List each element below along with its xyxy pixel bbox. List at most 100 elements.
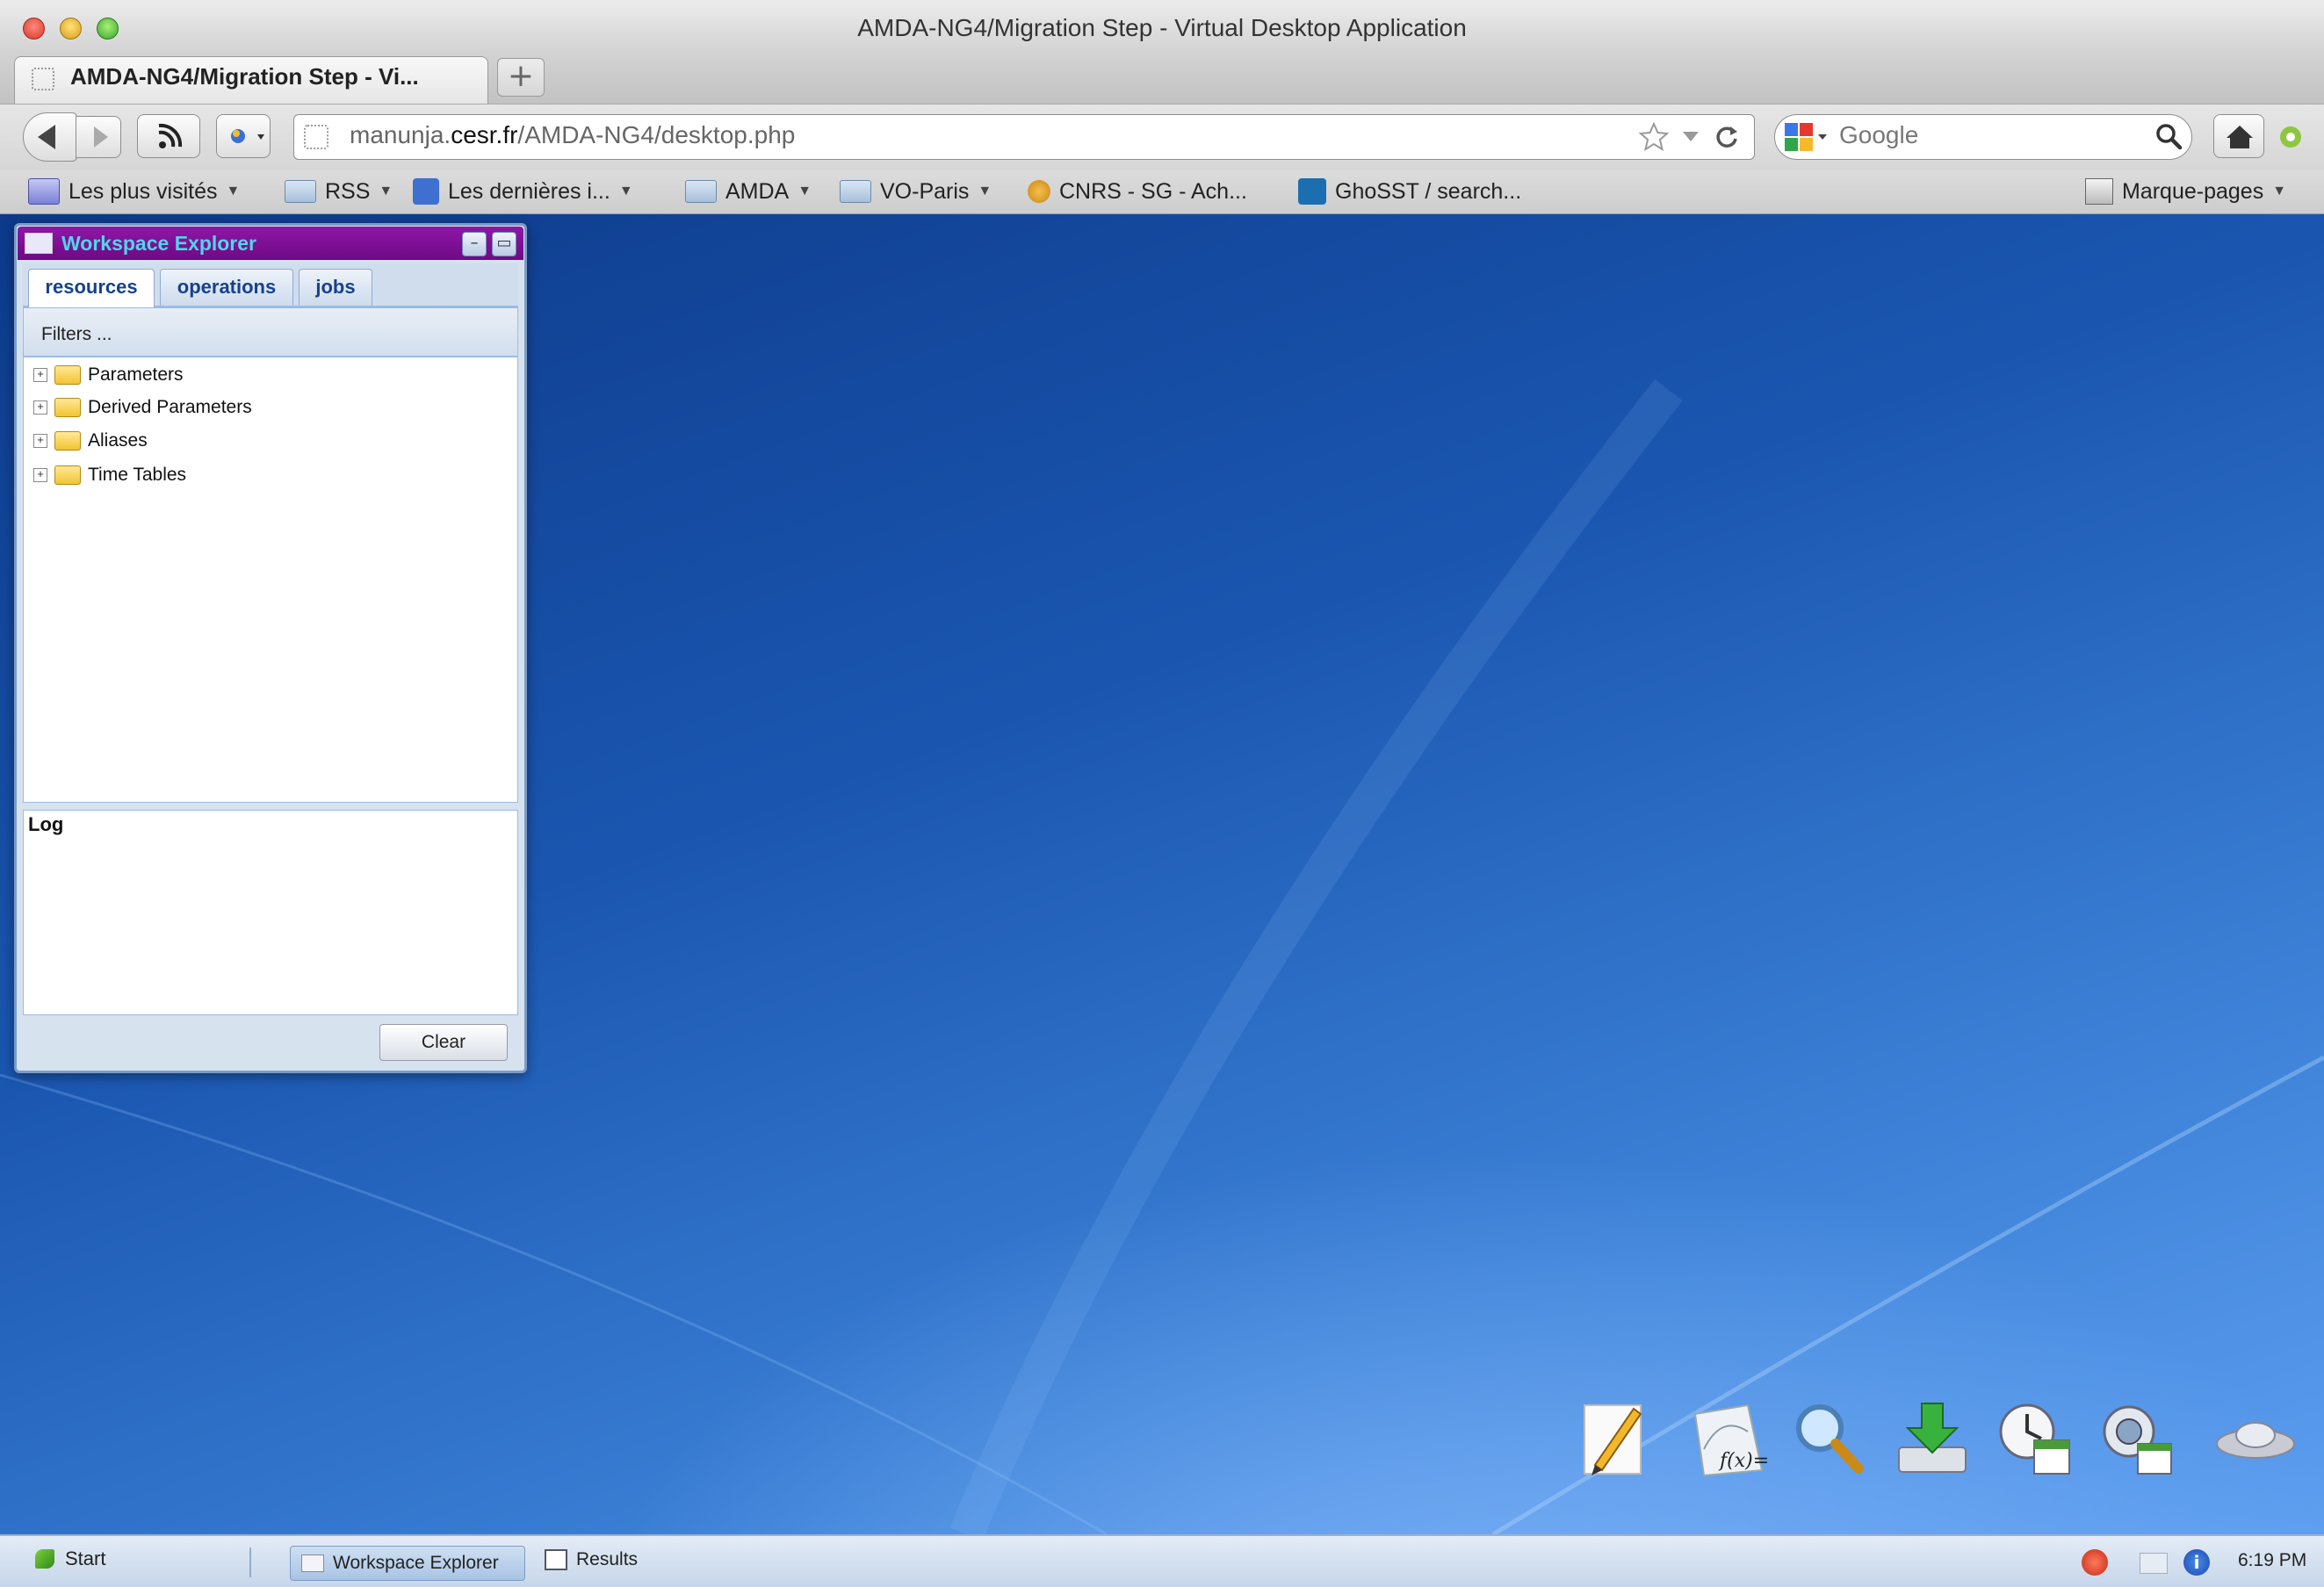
expand-icon[interactable]: + [33,434,47,448]
bookmark-rss[interactable]: RSS ▼ [285,174,393,209]
forward-arrow-icon [94,126,108,148]
addon-icon[interactable] [2275,121,2306,153]
tree-node-label: Derived Parameters [88,397,252,417]
home-button[interactable] [2213,114,2264,158]
timetable-icon[interactable] [1992,1396,2076,1481]
folder-icon [840,180,871,203]
info-icon[interactable]: i [2183,1549,2210,1576]
settings-icon[interactable] [2094,1396,2178,1481]
tree-node-label: Time Tables [88,465,187,485]
workspace-explorer-title: Workspace Explorer [61,232,257,255]
status-alert-icon[interactable] [2082,1549,2108,1576]
interop-icon[interactable] [2213,1396,2298,1481]
bookmark-label: GhoSST / search... [1335,178,1522,204]
bookmark-vo-paris[interactable]: VO-Paris ▼ [840,174,992,209]
expand-icon[interactable]: + [33,368,47,382]
filters-bar[interactable]: Filters ... [23,307,518,357]
url-dropdown-icon[interactable] [1683,132,1699,141]
taskbar-item-label: Workspace Explorer [333,1553,499,1573]
home-icon [2227,126,2253,148]
start-icon [35,1549,54,1569]
minimize-panel-button[interactable]: – [462,232,487,256]
log-panel [23,810,518,1015]
chevron-down-icon: ▼ [618,184,633,198]
bookmark-label: AMDA [725,178,790,204]
function-icon[interactable]: f(x)= [1686,1396,1771,1481]
tab-favicon-icon [32,68,54,90]
bookmark-amda[interactable]: AMDA ▼ [685,174,812,209]
chevron-down-icon: ▼ [379,184,393,198]
chevron-down-icon: ▼ [2272,184,2287,198]
rss-button[interactable] [137,114,200,158]
search-icon[interactable] [1786,1396,1871,1481]
rss-icon [158,123,183,148]
tree-node-parameters[interactable]: + Parameters [33,360,184,390]
tree-node-label: Parameters [88,364,184,385]
tab-resources[interactable]: resources [28,269,155,307]
svg-text:f(x)=: f(x)= [1718,1450,1769,1472]
mail-icon[interactable] [2140,1553,2168,1574]
folder-icon [685,180,717,203]
ghosst-icon [1298,178,1326,205]
results-icon [545,1549,567,1570]
reload-icon[interactable] [1713,123,1741,151]
maximize-panel-button[interactable]: ▭ [492,232,516,256]
taskbar-item-workspace-explorer[interactable]: Workspace Explorer [290,1546,525,1581]
history-menu-button[interactable] [216,114,271,158]
folder-icon [54,431,81,451]
window-icon [301,1555,324,1572]
taskbar-item-label: Results [576,1549,639,1569]
log-title: Log [28,813,64,835]
folder-icon [285,180,316,203]
folder-icon [54,398,81,417]
bookmark-latest-news[interactable]: Les dernières i... ▼ [413,174,633,209]
window-icon [25,233,53,254]
tab-title: AMDA-NG4/Migration Step - Vi... [70,63,419,90]
bookmark-label: CNRS - SG - Ach... [1059,178,1247,204]
search-bar[interactable] [1774,114,2192,160]
notes-icon[interactable] [1572,1396,1656,1481]
folder-icon [54,465,81,485]
bookmarks-menu-icon [2085,178,2113,205]
clear-log-button[interactable]: Clear [379,1024,508,1061]
download-icon[interactable] [1890,1396,1974,1481]
site-identity-icon [304,125,328,149]
search-icon[interactable] [2154,121,2183,151]
url-text[interactable]: manunja.cesr.fr/AMDA-NG4/desktop.php [350,121,795,149]
bookmark-label: Marque-pages [2122,178,2264,204]
expand-icon[interactable]: + [33,468,47,482]
forward-button[interactable] [76,116,121,158]
start-label: Start [65,1547,106,1569]
bookmark-label: RSS [325,178,371,204]
tab-operations[interactable]: operations [160,269,293,306]
bookmarks-menu[interactable]: Marque-pages ▼ [2085,174,2286,209]
back-button[interactable] [23,112,77,162]
taskbar-item-results[interactable]: Results [545,1549,638,1570]
chevron-down-icon: ▼ [226,184,241,198]
chevron-down-icon: ▼ [798,184,812,198]
bookmark-cnrs[interactable]: CNRS - SG - Ach... [1028,174,1247,209]
new-tab-button[interactable]: + [497,58,545,97]
bookmark-most-visited[interactable]: Les plus visités ▼ [28,174,240,209]
folder-icon [54,365,81,385]
tree-node-derived-parameters[interactable]: + Derived Parameters [33,393,252,422]
tab-jobs[interactable]: jobs [299,269,372,306]
start-button[interactable]: Start [35,1547,105,1570]
google-search-engine-icon[interactable] [1783,121,1832,153]
bookmark-ghosst[interactable]: GhoSST / search... [1298,174,1521,209]
taskbar-clock: 6:19 PM [2238,1550,2307,1570]
rss-feed-icon [413,178,439,205]
resource-tree [23,357,518,803]
tree-node-label: Aliases [88,430,148,451]
tree-node-aliases[interactable]: + Aliases [33,426,148,456]
bookmark-label: Les plus visités [69,178,218,204]
search-input[interactable]: Google [1839,121,1918,149]
expand-icon[interactable]: + [33,400,47,415]
back-arrow-icon [38,125,55,149]
bookmark-star-icon[interactable] [1637,121,1671,153]
window-title: AMDA-NG4/Migration Step - Virtual Deskto… [857,14,1467,41]
bookmark-label: Les dernières i... [448,178,610,204]
history-icon [231,129,264,143]
tree-node-time-tables[interactable]: + Time Tables [33,460,186,490]
cnrs-icon [1028,180,1050,203]
